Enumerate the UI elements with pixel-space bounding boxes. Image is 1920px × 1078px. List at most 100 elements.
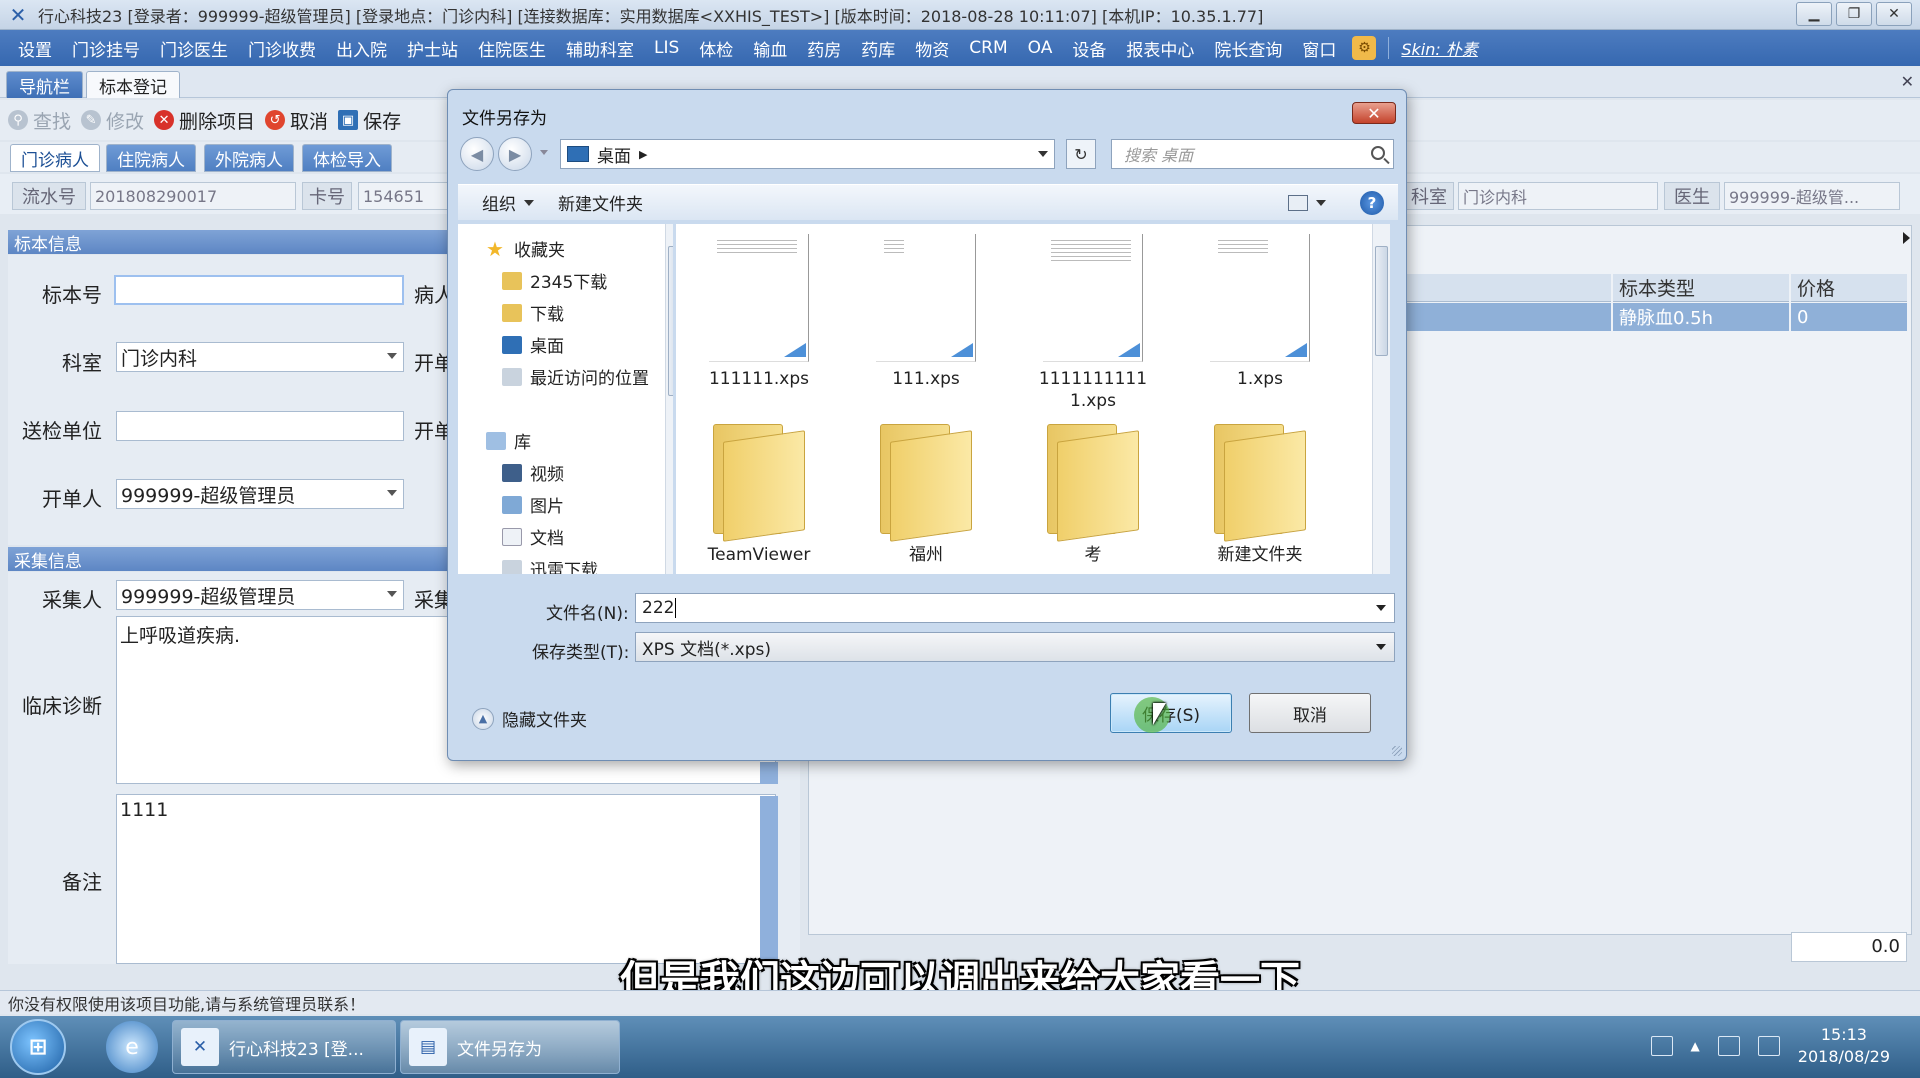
dept-filter-field[interactable]: 门诊内科 bbox=[1458, 182, 1658, 210]
taskbar-save-dialog-item[interactable]: ▤ 文件另存为 bbox=[400, 1020, 620, 1074]
tab-outpatient[interactable]: 门诊病人 bbox=[10, 144, 100, 172]
tab-checkup-import[interactable]: 体检导入 bbox=[302, 144, 392, 172]
dept-select[interactable]: 门诊内科 bbox=[116, 342, 404, 372]
nav-item-documents[interactable]: 文档 bbox=[502, 524, 564, 549]
action-center-icon[interactable] bbox=[1757, 1036, 1780, 1056]
opener-select[interactable]: 999999-超级管理员 bbox=[116, 479, 404, 509]
diagnosis-scrollbar[interactable] bbox=[760, 762, 778, 784]
nav-pane-scrollbar[interactable] bbox=[665, 224, 673, 574]
network-icon[interactable] bbox=[1717, 1036, 1740, 1056]
specimen-number-input[interactable] bbox=[114, 275, 404, 305]
chevron-down-icon[interactable] bbox=[1316, 200, 1326, 206]
view-options-icon[interactable] bbox=[1288, 195, 1308, 211]
nav-item-videos[interactable]: 视频 bbox=[502, 460, 564, 485]
folder-item[interactable]: 新建文件夹 bbox=[1185, 418, 1335, 566]
delete-item-button[interactable]: ✕ 删除项目 bbox=[154, 107, 255, 134]
tab-specimen-register[interactable]: 标本登记 bbox=[86, 71, 180, 98]
save-button[interactable]: 保存(S) bbox=[1110, 693, 1232, 733]
remark-scrollbar[interactable] bbox=[760, 796, 778, 962]
folder-item[interactable]: TeamViewer bbox=[684, 418, 834, 566]
forward-button[interactable]: ▶ bbox=[498, 137, 532, 171]
close-window-button[interactable]: ✕ bbox=[1876, 2, 1912, 26]
dialog-close-button[interactable]: ✕ bbox=[1352, 102, 1396, 124]
chevron-down-icon[interactable] bbox=[1376, 605, 1386, 611]
modify-button[interactable]: ✎ 修改 bbox=[81, 107, 144, 134]
col-header-price[interactable]: 价格 bbox=[1791, 274, 1907, 302]
file-pane-scrollbar[interactable] bbox=[1372, 224, 1390, 574]
file-item-xps[interactable]: 111111.xps bbox=[684, 234, 834, 390]
file-item-xps[interactable]: 111.xps bbox=[851, 234, 1001, 390]
cancel-button[interactable]: 取消 bbox=[1249, 693, 1371, 733]
menu-item-window[interactable]: 窗口 bbox=[1292, 36, 1346, 61]
search-input[interactable]: 搜索 桌面 bbox=[1111, 139, 1394, 169]
filename-input[interactable]: 222 bbox=[635, 593, 1395, 623]
cancel-toolbar-button[interactable]: ↺ 取消 bbox=[265, 107, 328, 134]
nav-item-pictures[interactable]: 图片 bbox=[502, 492, 564, 517]
show-hidden-icons-icon[interactable]: ▲ bbox=[1691, 1039, 1700, 1053]
tab-navigation[interactable]: 导航栏 bbox=[6, 71, 83, 98]
menu-item-pharmacy[interactable]: 药房 bbox=[797, 36, 851, 61]
find-button[interactable]: ⚲ 查找 bbox=[8, 107, 71, 134]
nav-item-recent-places[interactable]: 最近访问的位置 bbox=[502, 364, 649, 389]
menu-item-materials[interactable]: 物资 bbox=[905, 36, 959, 61]
menu-item-director-query[interactable]: 院长查询 bbox=[1204, 36, 1292, 61]
nav-item-2345-downloads[interactable]: 2345下载 bbox=[502, 268, 607, 293]
file-item-xps[interactable]: 1.xps bbox=[1185, 234, 1335, 390]
back-button[interactable]: ◀ bbox=[460, 137, 494, 171]
history-dropdown-icon[interactable] bbox=[540, 150, 548, 155]
menu-item-transfusion[interactable]: 输血 bbox=[743, 36, 797, 61]
resize-grip-icon[interactable] bbox=[1392, 746, 1402, 756]
collector-select[interactable]: 999999-超级管理员 bbox=[116, 580, 404, 610]
file-item-xps[interactable]: 11111111111.xps bbox=[1018, 234, 1168, 412]
doctor-field[interactable]: 999999-超级管... bbox=[1724, 182, 1900, 210]
menu-item-equipment[interactable]: 设备 bbox=[1062, 36, 1116, 61]
breadcrumb-arrow-icon[interactable]: ▶ bbox=[639, 148, 647, 161]
menu-item-nurse-station[interactable]: 护士站 bbox=[397, 36, 468, 61]
organize-button[interactable]: 组织 bbox=[482, 190, 534, 215]
submit-unit-input[interactable] bbox=[116, 411, 404, 441]
taskbar-app-item[interactable]: ✕ 行心科技23 [登... bbox=[172, 1020, 396, 1074]
close-tab-icon[interactable]: ✕ bbox=[1901, 72, 1914, 91]
menu-item-crm[interactable]: CRM bbox=[959, 38, 1017, 58]
menu-item-registration[interactable]: 门诊挂号 bbox=[62, 36, 150, 61]
menu-item-outpatient-billing[interactable]: 门诊收费 bbox=[238, 36, 326, 61]
menu-item-reports[interactable]: 报表中心 bbox=[1116, 36, 1204, 61]
tab-external-patient[interactable]: 外院病人 bbox=[204, 144, 294, 172]
skin-link[interactable]: Skin: 朴素 bbox=[1395, 36, 1478, 60]
nav-item-desktop[interactable]: 桌面 bbox=[502, 332, 564, 357]
table-row-type-cell[interactable]: 静脉血0.5h bbox=[1613, 303, 1789, 331]
menu-item-inpatient-doctor[interactable]: 住院医生 bbox=[468, 36, 556, 61]
nav-libraries[interactable]: 库 bbox=[486, 428, 531, 453]
save-toolbar-button[interactable]: ▣ 保存 bbox=[338, 107, 401, 134]
scroll-right-icon[interactable] bbox=[1903, 232, 1910, 244]
hide-folders-toggle[interactable]: ▲ 隐藏文件夹 bbox=[472, 706, 587, 731]
minimize-button[interactable]: ▁ bbox=[1796, 2, 1832, 26]
filetype-select[interactable]: XPS 文档(*.xps) bbox=[635, 632, 1395, 662]
restore-button[interactable]: ❐ bbox=[1836, 2, 1872, 26]
nav-item-downloads[interactable]: 下载 bbox=[502, 300, 564, 325]
browser-icon[interactable]: e bbox=[106, 1021, 158, 1073]
file-scroll-thumb[interactable] bbox=[1375, 246, 1388, 356]
keyboard-icon[interactable] bbox=[1650, 1036, 1673, 1056]
help-icon[interactable]: ? bbox=[1360, 191, 1384, 215]
tab-inpatient[interactable]: 住院病人 bbox=[106, 144, 196, 172]
menu-item-lis[interactable]: LIS bbox=[644, 38, 689, 58]
serial-field[interactable]: 201808290017 bbox=[90, 182, 296, 210]
folder-item[interactable]: 福州 bbox=[851, 418, 1001, 566]
folder-item[interactable]: 考 bbox=[1018, 418, 1168, 566]
menu-item-drug-store[interactable]: 药库 bbox=[851, 36, 905, 61]
new-folder-button[interactable]: 新建文件夹 bbox=[558, 190, 643, 215]
col-header-specimen-type[interactable]: 标本类型 bbox=[1613, 274, 1789, 302]
nav-item-thunder-downloads[interactable]: 迅雷下载 bbox=[502, 556, 598, 574]
menu-item-outpatient-doctor[interactable]: 门诊医生 bbox=[150, 36, 238, 61]
menu-item-checkup[interactable]: 体检 bbox=[689, 36, 743, 61]
address-bar[interactable]: 桌面 ▶ bbox=[560, 139, 1055, 169]
card-field[interactable]: 154651 bbox=[358, 182, 448, 210]
clock[interactable]: 15:13 2018/08/29 bbox=[1798, 1024, 1890, 1068]
menu-item-settings[interactable]: 设置 bbox=[8, 36, 62, 61]
table-row-price-cell[interactable]: 0 bbox=[1791, 303, 1907, 331]
menu-item-auxiliary-dept[interactable]: 辅助科室 bbox=[556, 36, 644, 61]
chevron-down-icon[interactable] bbox=[1038, 151, 1048, 157]
nav-scroll-thumb[interactable] bbox=[668, 246, 673, 396]
nav-favorites[interactable]: ★ 收藏夹 bbox=[486, 236, 565, 262]
